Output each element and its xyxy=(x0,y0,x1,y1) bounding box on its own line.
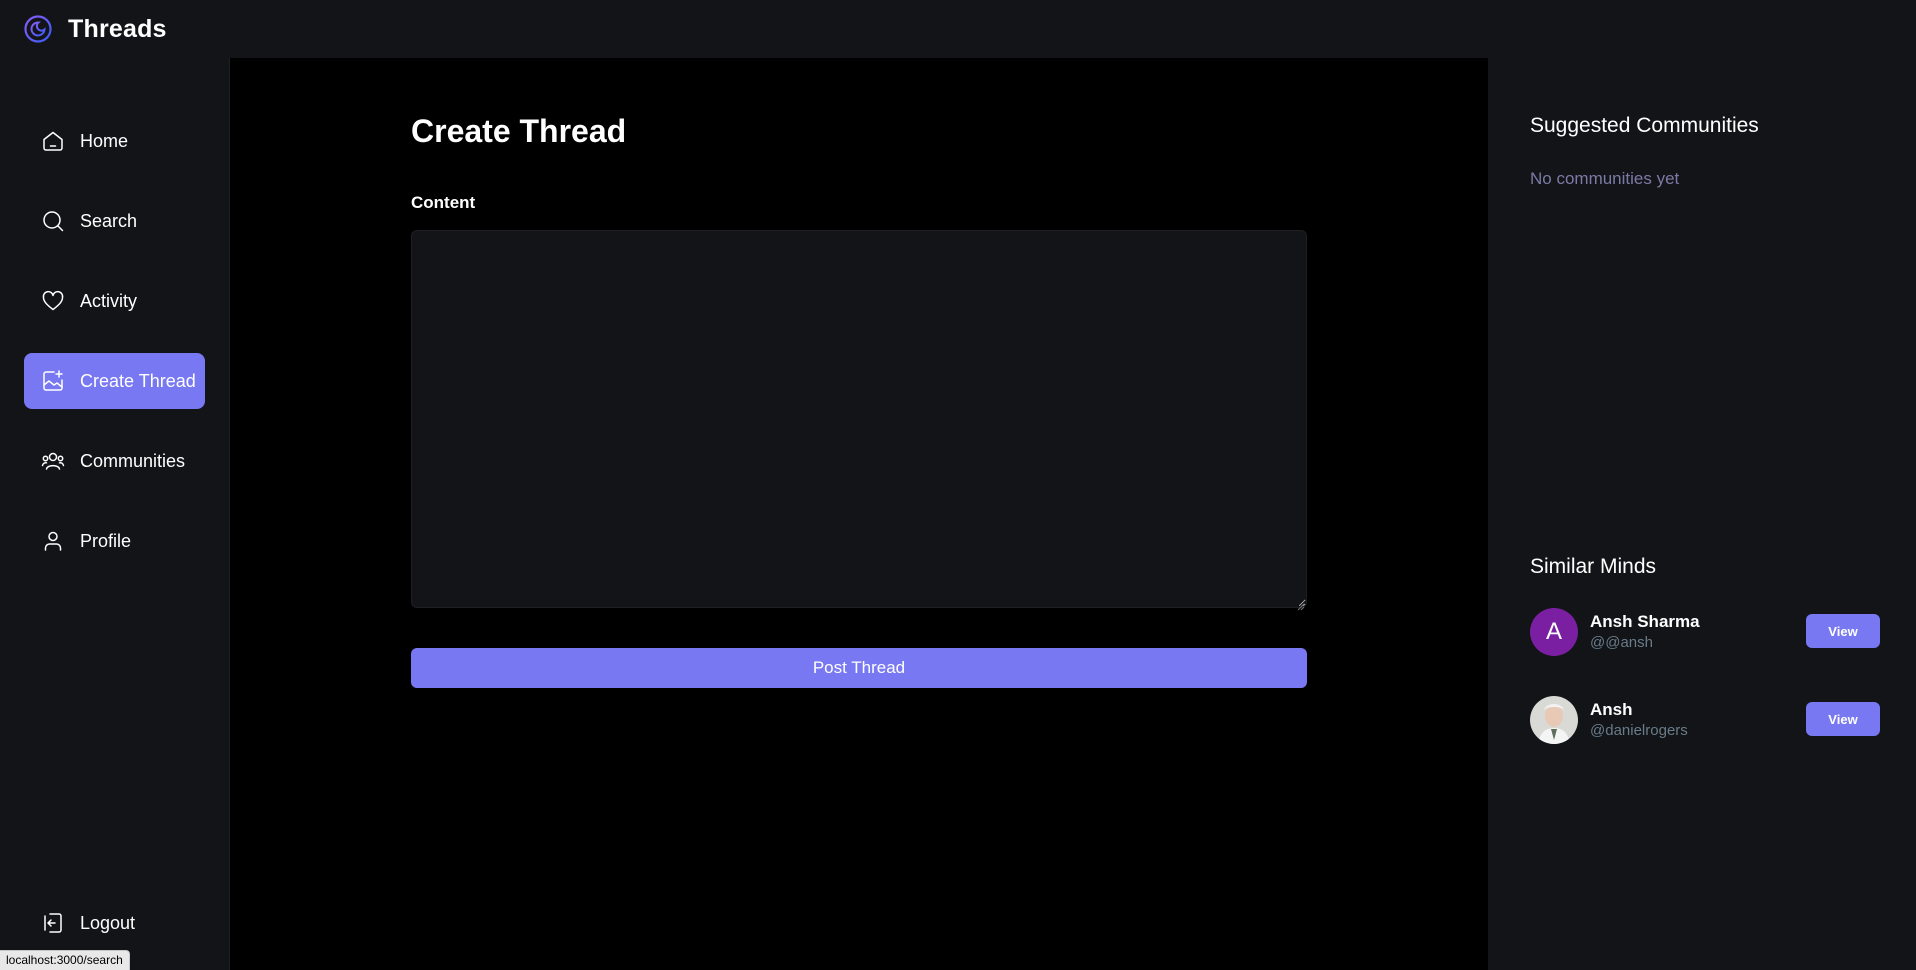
main-content: Create Thread Content Post Thread xyxy=(230,58,1488,970)
users-icon xyxy=(40,448,66,474)
logout-label: Logout xyxy=(80,912,136,933)
sidebar-item-label: Profile xyxy=(80,530,132,551)
user-icon xyxy=(40,528,66,554)
similar-minds-title: Similar Minds xyxy=(1530,555,1657,578)
view-user-button[interactable]: View xyxy=(1806,614,1880,648)
user-handle: @@ansh xyxy=(1590,634,1653,651)
avatar: A xyxy=(1530,608,1578,656)
user-name: Ansh xyxy=(1590,700,1633,719)
search-icon xyxy=(40,208,66,234)
heart-icon xyxy=(40,288,66,314)
sidebar-item-label: Activity xyxy=(80,290,138,311)
create-image-icon xyxy=(40,368,66,394)
home-icon xyxy=(40,128,66,154)
app-name: Threads xyxy=(68,14,167,43)
sidebar-item-communities[interactable]: Communities xyxy=(24,433,205,489)
left-sidebar: Home Search Activity Create Thread Commu… xyxy=(0,58,230,970)
logout-icon xyxy=(40,910,66,936)
content-textarea[interactable] xyxy=(411,230,1307,608)
suggested-communities-empty: No communities yet xyxy=(1530,169,1680,188)
user-card: A Ansh Sharma @@ansh View xyxy=(1530,608,1882,658)
sidebar-item-activity[interactable]: Activity xyxy=(24,273,205,329)
content-label: Content xyxy=(411,193,476,212)
sidebar-item-search[interactable]: Search xyxy=(24,193,205,249)
sidebar-item-label: Create Thread xyxy=(80,370,196,391)
post-thread-button[interactable]: Post Thread xyxy=(411,648,1307,688)
status-bar-url: localhost:3000/search xyxy=(0,950,130,970)
view-user-button[interactable]: View xyxy=(1806,702,1880,736)
resize-handle-icon[interactable] xyxy=(1297,598,1305,611)
logout-button[interactable]: Logout xyxy=(24,895,205,951)
user-name: Ansh Sharma xyxy=(1590,612,1700,631)
sidebar-item-home[interactable]: Home xyxy=(24,113,205,169)
top-bar: Threads xyxy=(0,0,1916,58)
right-sidebar: Suggested Communities No communities yet… xyxy=(1488,58,1916,970)
page-title: Create Thread xyxy=(411,113,627,149)
sidebar-item-create-thread[interactable]: Create Thread xyxy=(24,353,205,409)
avatar xyxy=(1530,696,1578,744)
user-handle: @danielrogers xyxy=(1590,722,1688,739)
suggested-communities-title: Suggested Communities xyxy=(1530,114,1759,137)
threads-logo-icon[interactable] xyxy=(22,13,54,45)
sidebar-item-label: Search xyxy=(80,210,138,231)
sidebar-item-label: Communities xyxy=(80,450,186,471)
sidebar-item-label: Home xyxy=(80,130,129,151)
sidebar-item-profile[interactable]: Profile xyxy=(24,513,205,569)
user-card: Ansh @danielrogers View xyxy=(1530,696,1882,746)
